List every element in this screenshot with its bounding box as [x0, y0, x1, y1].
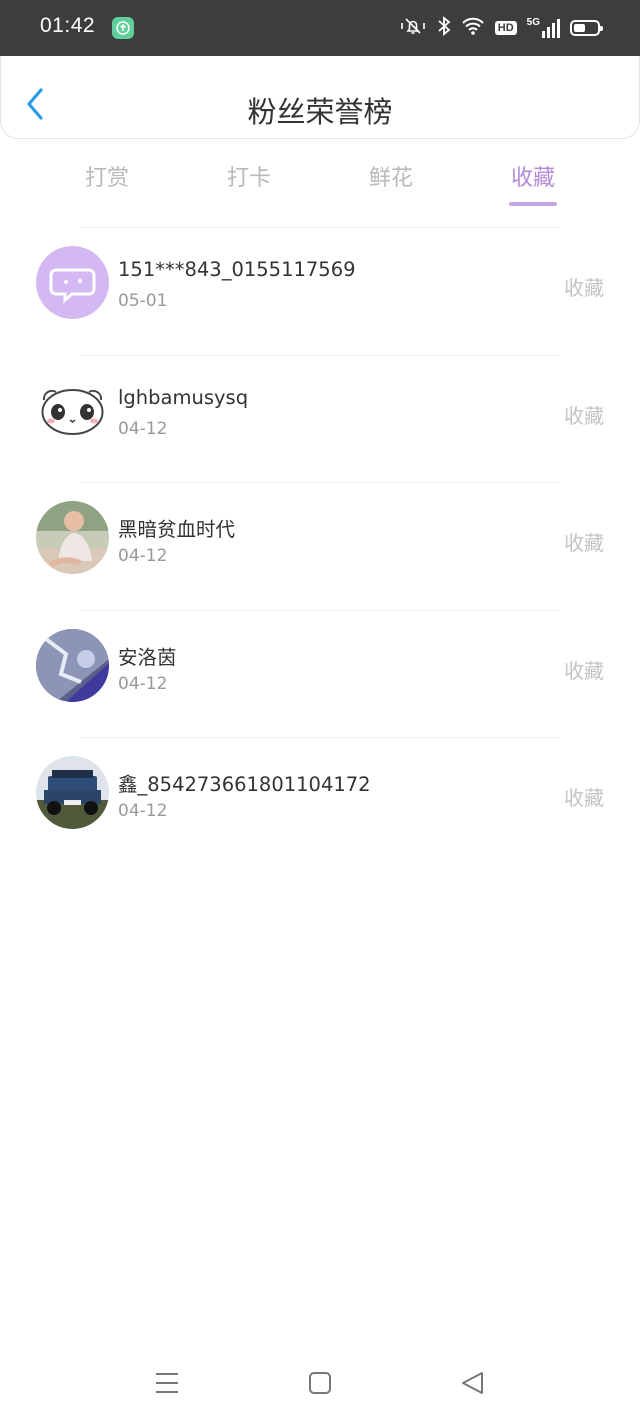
tab-label: 收藏 [510, 166, 555, 191]
battery-icon [570, 20, 603, 36]
fan-name: 151***843_0155117569 [118, 258, 356, 281]
fan-date: 04-12 [118, 801, 168, 822]
page-title: 粉丝荣誉榜 [247, 95, 393, 129]
fan-list: 151***843_0155117569 05-01 收藏 lghbamusys… [0, 228, 640, 866]
favorite-label: 收藏 [564, 531, 604, 556]
list-item[interactable]: 鑫_854273661801104172 04-12 收藏 [0, 738, 640, 866]
avatar [36, 246, 109, 319]
avatar [36, 756, 109, 830]
favorite-label: 收藏 [564, 276, 604, 300]
active-tab-indicator [509, 202, 557, 206]
fan-date: 04-12 [118, 546, 168, 567]
mute-vibrate-icon [399, 15, 427, 41]
app-update-icon [112, 17, 134, 39]
fan-date: 05-01 [118, 291, 168, 311]
favorite-label: 收藏 [564, 658, 604, 683]
status-bar: 01:42 HD 5G [0, 0, 640, 56]
tab-checkin[interactable]: 打卡 [178, 160, 320, 210]
fan-date: 04-12 [118, 673, 168, 694]
tab-favorites[interactable]: 收藏 [462, 160, 604, 210]
list-item[interactable]: 黑暗贫血时代 04-12 收藏 [0, 483, 640, 611]
tab-reward[interactable]: 打赏 [36, 160, 178, 210]
list-item[interactable]: 151***843_0155117569 05-01 收藏 [0, 228, 640, 356]
fan-name: 黑暗贫血时代 [118, 518, 236, 542]
tab-flowers[interactable]: 鲜花 [320, 160, 462, 210]
hd-icon: HD [494, 21, 517, 35]
wifi-icon [461, 16, 485, 40]
avatar [36, 501, 109, 575]
list-item[interactable]: 安洛茵 04-12 收藏 [0, 611, 640, 739]
avatar [36, 628, 109, 702]
tab-label: 鲜花 [368, 166, 413, 191]
fan-name: 安洛茵 [118, 645, 177, 669]
network-label: 5G [526, 17, 540, 28]
fan-date: 04-12 [118, 418, 168, 439]
system-nav-bar [0, 1352, 640, 1422]
home-square-icon[interactable] [302, 1368, 338, 1398]
5g-signal-icon: 5G [527, 18, 560, 38]
fan-name: lghbamusysq [118, 385, 249, 409]
tab-bar: 打赏 打卡 鲜花 收藏 [36, 160, 604, 210]
status-time: 01:42 [40, 14, 96, 37]
favorite-label: 收藏 [564, 403, 604, 428]
list-item[interactable]: lghbamusysq 04-12 收藏 [0, 356, 640, 484]
menu-icon[interactable] [149, 1368, 185, 1398]
tab-label: 打赏 [84, 166, 129, 191]
bluetooth-icon [437, 15, 451, 41]
back-triangle-icon[interactable] [455, 1368, 491, 1398]
favorite-label: 收藏 [564, 786, 604, 811]
fan-name: 鑫_854273661801104172 [118, 773, 371, 797]
header: 粉丝荣誉榜 [0, 56, 640, 139]
tab-label: 打卡 [226, 166, 271, 191]
avatar [36, 373, 109, 447]
